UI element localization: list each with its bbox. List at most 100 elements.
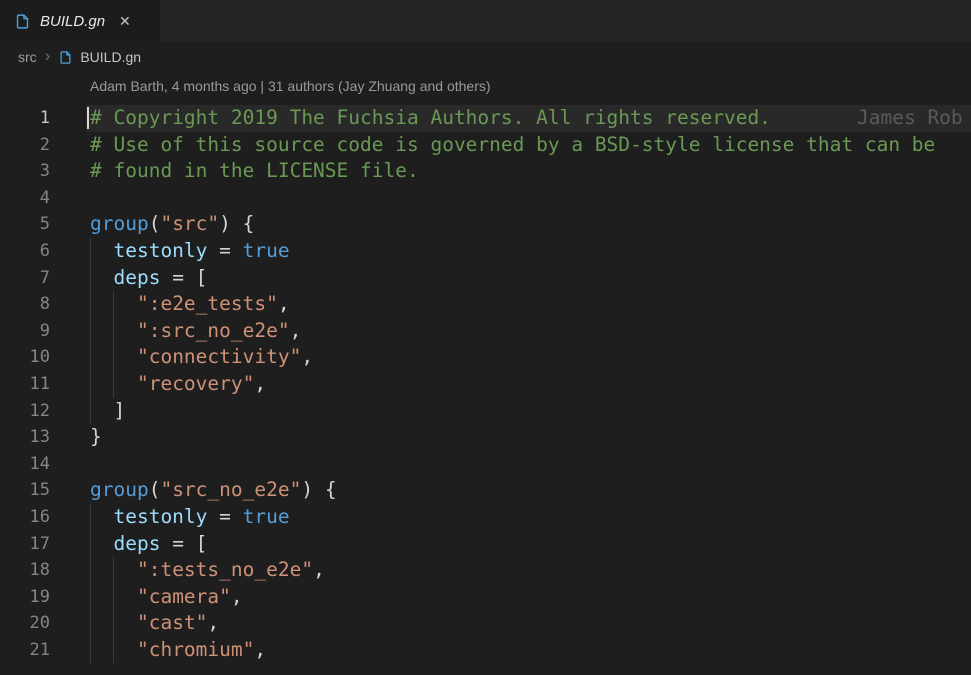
code-text: "connectivity",	[90, 344, 313, 371]
code-line[interactable]: 8 ":e2e_tests",	[0, 291, 971, 318]
file-icon	[14, 13, 31, 30]
code-line[interactable]: 20 "cast",	[0, 610, 971, 637]
code-line[interactable]: 1 # Copyright 2019 The Fuchsia Authors. A…	[0, 105, 971, 132]
code-text: deps = [	[90, 531, 207, 558]
code-token	[90, 319, 137, 342]
code-line[interactable]: 13}	[0, 424, 971, 451]
line-number: 17	[0, 531, 50, 558]
code-token: ,	[231, 585, 243, 608]
line-number: 2	[0, 132, 50, 159]
code-token: "src_no_e2e"	[160, 478, 301, 501]
code-token: ,	[254, 372, 266, 395]
code-line[interactable]: 4	[0, 185, 971, 212]
code-token: ) {	[301, 478, 336, 501]
code-token: # found in the LICENSE file.	[90, 159, 419, 182]
code-line[interactable]: 15group("src_no_e2e") {	[0, 477, 971, 504]
code-line[interactable]: 3# found in the LICENSE file.	[0, 158, 971, 185]
code-token: # Use of this source code is governed by…	[90, 133, 935, 156]
line-number: 10	[0, 344, 50, 371]
code-token: testonly	[113, 239, 207, 262]
code-line[interactable]: 11 "recovery",	[0, 371, 971, 398]
tab-build-gn[interactable]: BUILD.gn ✕	[0, 0, 160, 42]
code-text: "camera",	[90, 584, 243, 611]
code-token: # Copyright 2019 The Fuchsia Authors. Al…	[90, 106, 771, 129]
line-number: 4	[0, 185, 50, 212]
breadcrumb-folder[interactable]: src	[18, 49, 37, 65]
breadcrumb-file[interactable]: BUILD.gn	[80, 49, 141, 65]
code-text: ]	[90, 398, 125, 425]
code-line[interactable]: 16 testonly = true	[0, 504, 971, 531]
code-line[interactable]: 12 ]	[0, 398, 971, 425]
code-token: ":e2e_tests"	[137, 292, 278, 315]
code-token: "connectivity"	[137, 345, 301, 368]
code-token: "camera"	[137, 585, 231, 608]
code-token: ,	[313, 558, 325, 581]
code-line[interactable]: 18 ":tests_no_e2e",	[0, 557, 971, 584]
code-token: = [	[160, 532, 207, 555]
code-line[interactable]: 17 deps = [	[0, 531, 971, 558]
file-icon	[58, 50, 73, 65]
code-token	[90, 292, 137, 315]
code-token: group	[90, 212, 149, 235]
code-token: ":src_no_e2e"	[137, 319, 290, 342]
code-token: }	[90, 425, 102, 448]
code-token: "cast"	[137, 611, 207, 634]
code-token	[90, 611, 137, 634]
code-line[interactable]: 14	[0, 451, 971, 478]
code-line[interactable]: 7 deps = [	[0, 265, 971, 292]
code-token: true	[243, 239, 290, 262]
code-line[interactable]: 10 "connectivity",	[0, 344, 971, 371]
code-token: ,	[301, 345, 313, 368]
line-number: 7	[0, 265, 50, 292]
code-token: =	[207, 505, 242, 528]
code-line[interactable]: 2 # Use of this source code is governed b…	[0, 132, 971, 159]
code-line[interactable]: 5 group("src") {	[0, 211, 971, 238]
line-number: 5	[0, 211, 50, 238]
line-number: 20	[0, 610, 50, 637]
code-token	[90, 399, 113, 422]
line-number: 13	[0, 424, 50, 451]
code-token: ,	[254, 638, 266, 661]
code-token: "chromium"	[137, 638, 254, 661]
code-text: }	[90, 424, 102, 451]
vscode-editor-window: BUILD.gn ✕ src › BUILD.gn Adam Barth, 4 …	[0, 0, 971, 675]
code-text: testonly = true	[90, 238, 290, 265]
code-token: ,	[278, 292, 290, 315]
code-line[interactable]: 6 testonly = true	[0, 238, 971, 265]
code-text: group("src") {	[90, 211, 254, 238]
code-text: "chromium",	[90, 637, 266, 664]
code-token: "recovery"	[137, 372, 254, 395]
line-number: 16	[0, 504, 50, 531]
code-token	[90, 532, 113, 555]
code-token: =	[207, 239, 242, 262]
code-text: deps = [	[90, 265, 207, 292]
code-token	[90, 505, 113, 528]
line-number: 6	[0, 238, 50, 265]
line-number: 9	[0, 318, 50, 345]
code-text: # found in the LICENSE file.	[90, 158, 419, 185]
code-area[interactable]: 1 # Copyright 2019 The Fuchsia Authors. A…	[0, 105, 971, 675]
code-text: "recovery",	[90, 371, 266, 398]
line-number: 15	[0, 477, 50, 504]
code-token	[90, 372, 137, 395]
breadcrumb: src › BUILD.gn	[0, 42, 971, 72]
code-line[interactable]: 9 ":src_no_e2e",	[0, 318, 971, 345]
tab-bar: BUILD.gn ✕	[0, 0, 971, 42]
code-token	[90, 345, 137, 368]
code-text: testonly = true	[90, 504, 290, 531]
code-token: "src"	[160, 212, 219, 235]
line-number: 11	[0, 371, 50, 398]
line-number: 19	[0, 584, 50, 611]
git-blame-codelens[interactable]: Adam Barth, 4 months ago | 31 authors (J…	[90, 78, 491, 94]
code-token: deps	[113, 266, 160, 289]
code-token: ":tests_no_e2e"	[137, 558, 313, 581]
code-line[interactable]: 21 "chromium",	[0, 637, 971, 664]
inline-blame-annotation: James Rob	[857, 105, 963, 132]
code-token	[90, 239, 113, 262]
line-number: 1	[0, 105, 50, 132]
code-token	[90, 638, 137, 661]
code-line[interactable]: 19 "camera",	[0, 584, 971, 611]
code-token: ,	[207, 611, 219, 634]
close-icon[interactable]: ✕	[119, 14, 131, 28]
code-token: testonly	[113, 505, 207, 528]
